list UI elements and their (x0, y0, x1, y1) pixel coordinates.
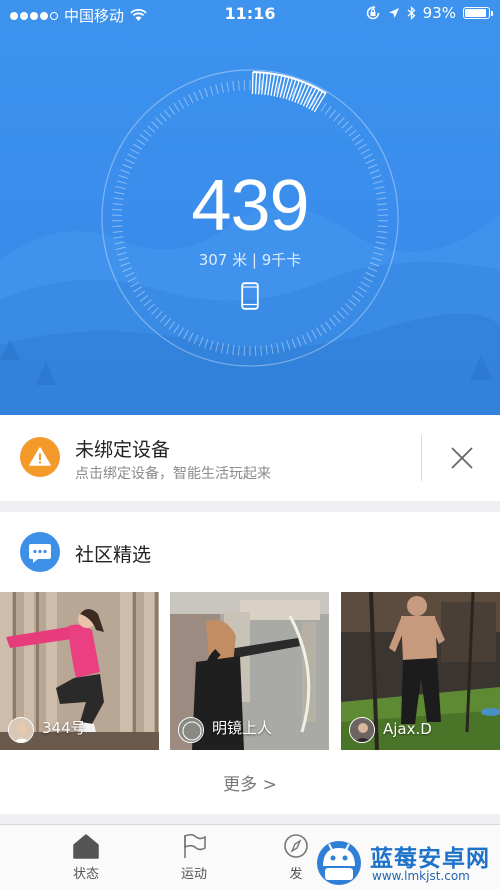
community-section: 社区精选 344号 明镜上人 Ajax.D 更多 > (0, 512, 500, 814)
close-icon (451, 447, 473, 469)
rotation-lock-icon (366, 5, 379, 20)
phone-icon (241, 282, 259, 310)
featured-post-3[interactable]: Ajax.D (341, 592, 500, 750)
tab-label: 运动 (180, 867, 207, 882)
user-avatar (349, 717, 375, 743)
warning-icon (20, 437, 60, 477)
close-button[interactable] (445, 441, 479, 475)
featured-photos: 344号 明镜上人 Ajax.D (0, 592, 500, 750)
battery-percent: 93% (422, 4, 456, 22)
post-username: 明镜上人 (212, 719, 273, 737)
post-username: 344号 (42, 719, 86, 737)
step-progress-arc (251, 71, 327, 113)
watermark-title: 蓝莓安卓网 (370, 846, 490, 872)
discover-icon (284, 834, 308, 858)
flag-icon (184, 833, 206, 858)
bind-device-card[interactable]: 未绑定设备 点击绑定设备，智能生活玩起来 (0, 415, 500, 501)
tab-workout[interactable]: 运动 (164, 833, 224, 882)
chat-bubble-icon (20, 532, 60, 572)
user-avatar (8, 717, 34, 743)
home-icon (73, 834, 99, 859)
user-avatar (178, 717, 204, 743)
tab-label: 状态 (72, 867, 99, 882)
step-count: 439 (191, 166, 309, 246)
location-icon (388, 7, 399, 18)
bind-device-subtitle: 点击绑定设备，智能生活玩起来 (75, 466, 271, 482)
watermark-url: www.lmkjst.com (372, 869, 470, 883)
android-mascot-icon (317, 841, 361, 885)
tab-status[interactable]: 状态 (56, 833, 116, 882)
more-link[interactable]: 更多 > (0, 770, 500, 795)
bluetooth-icon (407, 6, 416, 20)
community-title: 社区精选 (75, 544, 152, 566)
distance-calories: 307 米 | 9千卡 (198, 251, 302, 269)
activity-summary-panel[interactable]: 中国移动 11:16 93% 439 307 米 | 9千卡 (0, 0, 500, 415)
featured-post-2[interactable]: 明镜上人 (170, 592, 329, 750)
watermark-logo: 蓝莓安卓网 www.lmkjst.com (312, 834, 500, 889)
tab-label: 发 (289, 867, 303, 882)
featured-post-1[interactable]: 344号 (0, 592, 159, 750)
status-bar: 中国移动 11:16 93% (0, 0, 500, 28)
battery-icon (463, 7, 493, 19)
bind-device-title: 未绑定设备 (75, 439, 171, 461)
divider (421, 435, 422, 481)
post-username: Ajax.D (383, 720, 432, 738)
